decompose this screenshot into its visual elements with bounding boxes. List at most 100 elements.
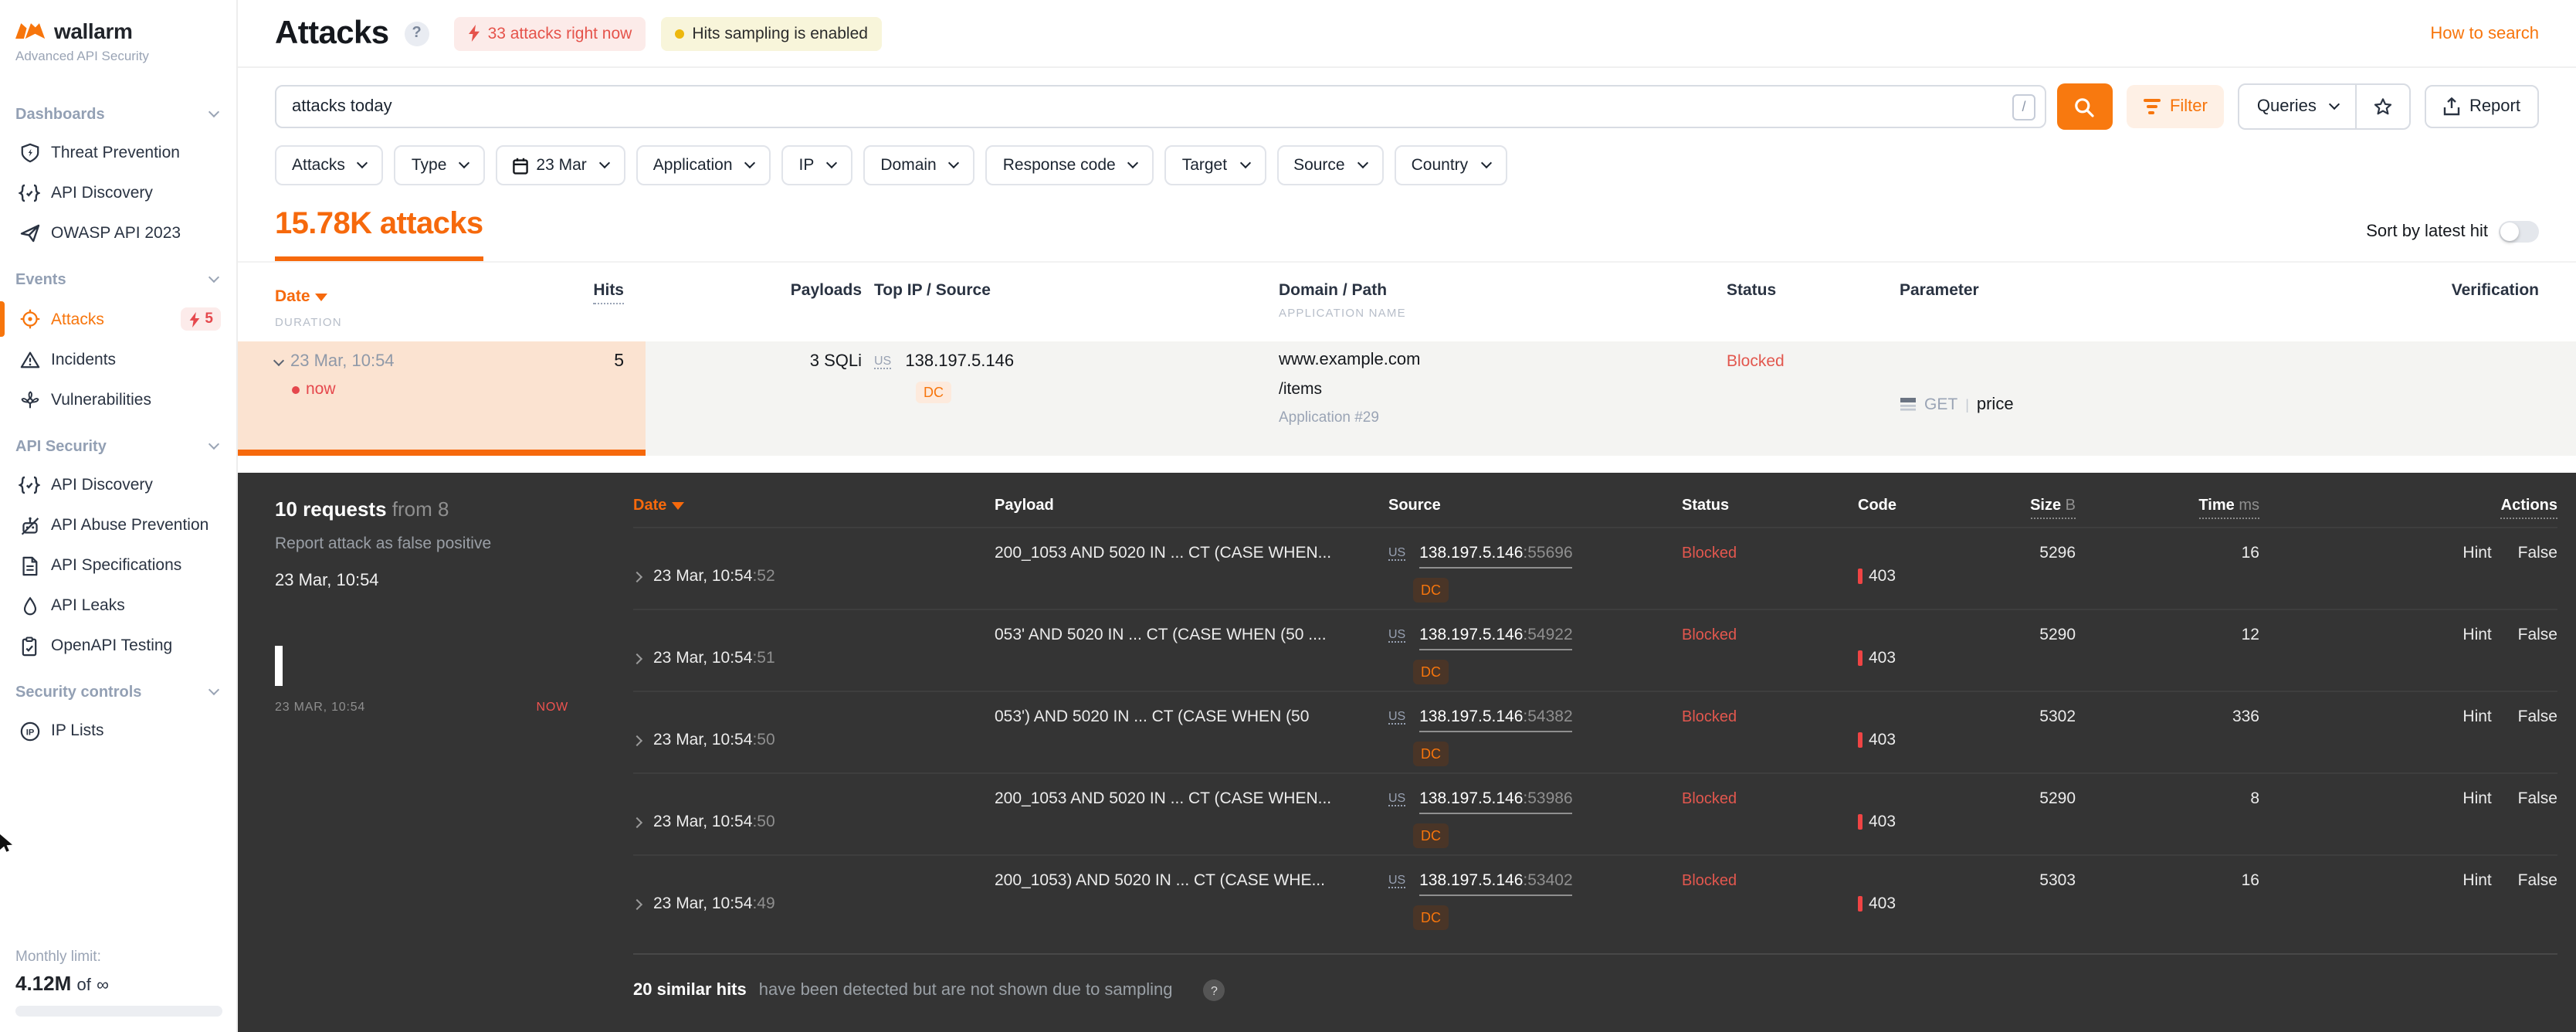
filter-chip[interactable]: Application <box>636 145 771 185</box>
col-hits[interactable]: Hits <box>593 281 624 304</box>
hit-time: 336 <box>2232 708 2259 726</box>
panel-attack-time: 23 Mar, 10:54 <box>275 572 379 590</box>
monthly-limit-label: Monthly limit: <box>15 949 101 966</box>
monthly-limit-of: of <box>76 976 91 995</box>
datacenter-badge[interactable]: DC <box>916 382 951 403</box>
attack-domain[interactable]: www.example.com <box>1279 351 1727 369</box>
expand-chevron-icon[interactable] <box>631 898 643 910</box>
datacenter-badge[interactable]: DC <box>1413 742 1449 766</box>
filter-chip[interactable]: 23 Mar <box>496 145 625 185</box>
col-size[interactable]: Size B <box>1946 497 2076 519</box>
sidebar-item[interactable]: Vulnerabilities <box>0 380 236 420</box>
help-icon[interactable]: ? <box>1203 979 1225 1001</box>
filter-chip[interactable]: Attacks <box>275 145 384 185</box>
hit-row[interactable]: 23 Mar, 10:54:50 053') AND 5020 IN ... C… <box>631 691 2557 772</box>
col-date[interactable]: Date <box>275 287 327 306</box>
false-action[interactable]: False <box>2518 708 2557 726</box>
sidebar-item[interactable]: Attacks 5 <box>0 298 236 340</box>
filter-chip[interactable]: IP <box>781 145 853 185</box>
hit-row[interactable]: 23 Mar, 10:54:49 200_1053) AND 5020 IN .… <box>631 854 2557 936</box>
expand-chevron-icon[interactable] <box>631 570 643 582</box>
queries-label: Queries <box>2256 97 2317 116</box>
report-button[interactable]: Report <box>2424 85 2539 128</box>
sidebar-item[interactable]: API Abuse Prevention <box>0 505 236 545</box>
sidebar-item[interactable]: API Leaks <box>0 586 236 626</box>
export-icon <box>2443 97 2460 116</box>
chevron-down-icon <box>2328 97 2340 110</box>
col-time[interactable]: Time ms <box>2076 497 2259 519</box>
sidebar-item[interactable]: OpenAPI Testing <box>0 626 236 666</box>
sidebar-item[interactable]: OWASP API 2023 <box>0 213 236 253</box>
false-action[interactable]: False <box>2518 626 2557 644</box>
filter-chip[interactable]: Response code <box>985 145 1154 185</box>
hint-action[interactable]: Hint <box>2462 544 2491 562</box>
hint-action[interactable]: Hint <box>2462 871 2491 890</box>
attack-row-selected[interactable]: 23 Mar, 10:54 now 5 3 SQLi US 138.197.5.… <box>238 341 2576 456</box>
hit-row[interactable]: 23 Mar, 10:54:50 200_1053 AND 5020 IN ..… <box>631 772 2557 854</box>
report-label: Report <box>2469 97 2520 116</box>
hit-code: 403 <box>1858 610 1946 691</box>
hit-size: 5290 <box>2039 789 2076 808</box>
sampling-badge: Hits sampling is enabled <box>661 16 882 50</box>
attack-date: 23 Mar, 10:54 <box>290 352 395 371</box>
live-attacks-badge[interactable]: 33 attacks right now <box>453 16 646 50</box>
report-false-positive-link[interactable]: Report attack as false positive <box>275 535 633 553</box>
sidebar-nav: Dashboards Threat Prevention API Discove… <box>0 97 236 751</box>
false-action[interactable]: False <box>2518 544 2557 562</box>
favorite-button[interactable] <box>2354 85 2409 128</box>
filter-chip[interactable]: Type <box>394 145 486 185</box>
expand-chevron-icon[interactable] <box>631 652 643 664</box>
sidebar-item[interactable]: Threat Prevention <box>0 133 236 173</box>
attack-ip[interactable]: 138.197.5.146 <box>905 352 1014 371</box>
datacenter-badge[interactable]: DC <box>1413 905 1449 930</box>
col-verification: Verification <box>2451 281 2539 300</box>
col-date[interactable]: Date <box>633 497 995 514</box>
section-header-security-controls[interactable]: Security controls <box>0 675 236 711</box>
hit-row[interactable]: 23 Mar, 10:54:52 200_1053 AND 5020 IN ..… <box>631 527 2557 609</box>
false-action[interactable]: False <box>2518 789 2557 808</box>
hit-time: 8 <box>2250 789 2259 808</box>
filter-chip-label: Country <box>1411 156 1469 175</box>
filter-chip[interactable]: Source <box>1276 145 1384 185</box>
search-button[interactable] <box>2056 83 2113 130</box>
sidebar-item[interactable]: API Discovery <box>0 465 236 505</box>
hit-source: US 138.197.5.146:53402 DC <box>1388 856 1682 936</box>
section-header-dashboards[interactable]: Dashboards <box>0 97 236 133</box>
paper-plane-icon <box>19 222 40 244</box>
filter-chip[interactable]: Country <box>1394 145 1507 185</box>
datacenter-badge[interactable]: DC <box>1413 660 1449 684</box>
section-header-api-security[interactable]: API Security <box>0 429 236 465</box>
attacks-count-tab[interactable]: 15.78K attacks <box>275 207 483 261</box>
logo-text: wallarm <box>54 19 133 43</box>
search-input[interactable] <box>292 97 2003 116</box>
attack-date-cell[interactable]: 23 Mar, 10:54 now 5 <box>238 341 646 456</box>
hit-row[interactable]: 23 Mar, 10:54:51 053' AND 5020 IN ... CT… <box>631 609 2557 691</box>
false-action[interactable]: False <box>2518 871 2557 890</box>
col-actions[interactable]: Actions <box>2259 497 2557 519</box>
sidebar-item[interactable]: API Discovery <box>0 173 236 213</box>
sidebar-item[interactable]: API Specifications <box>0 545 236 586</box>
hint-action[interactable]: Hint <box>2462 708 2491 726</box>
braces-icon <box>19 474 40 496</box>
section-label: Events <box>15 272 66 289</box>
filter-button[interactable]: Filter <box>2126 85 2225 128</box>
filter-chip[interactable]: Domain <box>863 145 975 185</box>
sidebar-item[interactable]: IP IP Lists <box>0 711 236 751</box>
sidebar-item-label: API Leaks <box>51 596 125 615</box>
sort-toggle[interactable] <box>2499 221 2539 243</box>
hint-action[interactable]: Hint <box>2462 626 2491 644</box>
hint-action[interactable]: Hint <box>2462 789 2491 808</box>
sidebar-item[interactable]: Incidents <box>0 340 236 380</box>
filter-chip[interactable]: Target <box>1164 145 1266 185</box>
collapse-chevron-icon[interactable] <box>273 354 285 366</box>
help-icon[interactable]: ? <box>404 21 429 46</box>
section-header-events[interactable]: Events <box>0 263 236 298</box>
queries-button[interactable]: Queries <box>2240 85 2355 128</box>
logo-subtitle: Advanced API Security <box>15 48 149 63</box>
expand-chevron-icon[interactable] <box>631 734 643 746</box>
datacenter-badge[interactable]: DC <box>1413 578 1449 603</box>
how-to-search-link[interactable]: How to search <box>2430 24 2539 42</box>
expand-chevron-icon[interactable] <box>631 816 643 828</box>
datacenter-badge[interactable]: DC <box>1413 823 1449 848</box>
hits-table: Date Payload Source Status Code Size B T… <box>631 497 2557 936</box>
